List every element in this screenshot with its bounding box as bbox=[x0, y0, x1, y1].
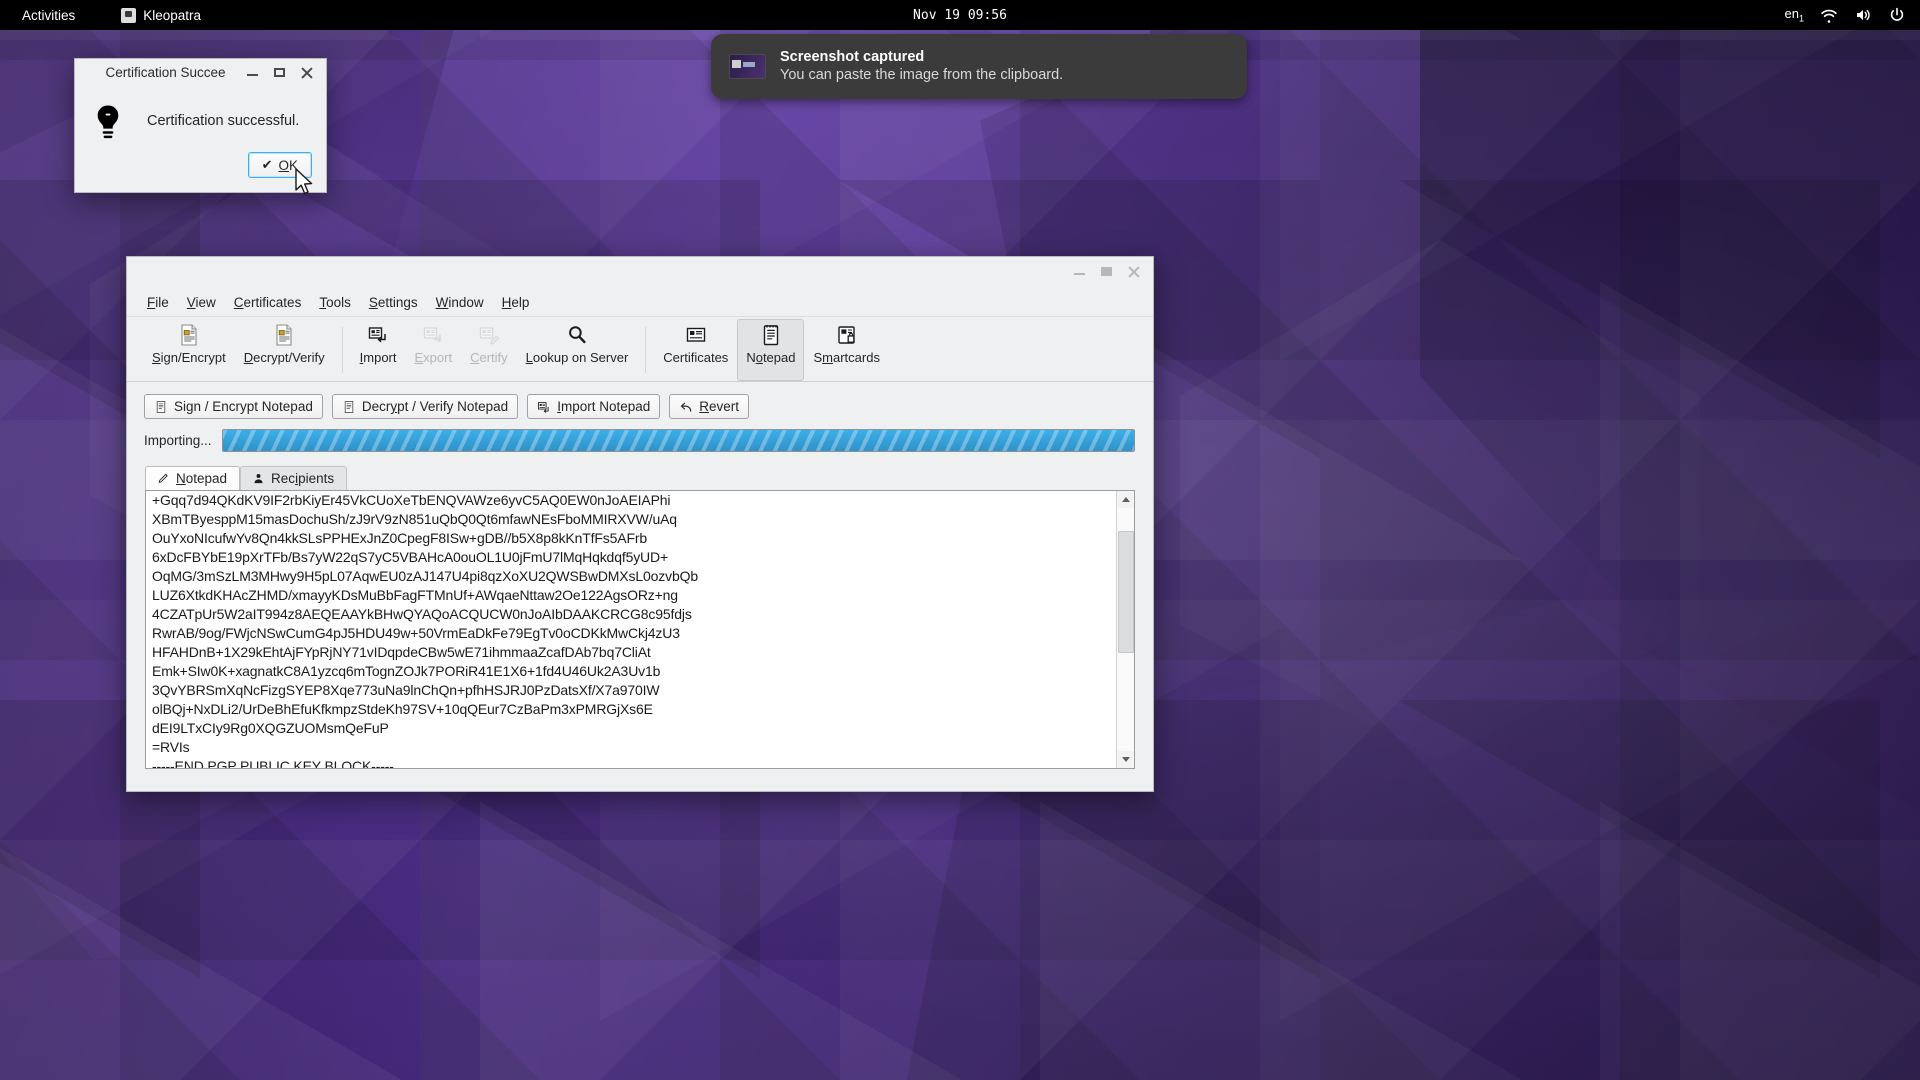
toolbar-button-decrypt-verify[interactable]: Decrypt/Verify bbox=[235, 319, 334, 381]
progress-bar bbox=[222, 429, 1135, 452]
button-label: Import Notepad bbox=[557, 399, 650, 414]
person-icon bbox=[252, 472, 265, 485]
toolbar-button-label: Certificates bbox=[663, 350, 728, 365]
notepad-action-row: Sign / Encrypt Notepad Decrypt / Verify N… bbox=[127, 382, 1153, 419]
clock-button[interactable]: Nov 19 09:56 bbox=[903, 4, 1017, 27]
editor-vertical-scrollbar[interactable] bbox=[1116, 491, 1134, 768]
toolbar-button-certify: Certify bbox=[461, 319, 517, 381]
toolbar-button-sign-encrypt[interactable]: Sign/Encrypt bbox=[143, 319, 235, 381]
button-revert[interactable]: Revert bbox=[669, 394, 749, 419]
button-label: Decrypt / Verify Notepad bbox=[362, 399, 508, 414]
toolbar-button-label: Decrypt/Verify bbox=[244, 350, 325, 365]
toolbar-button-label: Import bbox=[360, 350, 397, 365]
toolbar-button-export: Export bbox=[406, 319, 462, 381]
toolbar-separator bbox=[645, 327, 646, 373]
menu-item-file[interactable]: File bbox=[138, 292, 178, 313]
gnome-top-bar: Activities Kleopatra Nov 19 09:56 en1 bbox=[0, 0, 1920, 30]
menu-item-window[interactable]: Window bbox=[427, 292, 493, 313]
smartcard-icon bbox=[835, 323, 859, 347]
tab-notepad[interactable]: Notepad bbox=[145, 466, 240, 491]
wifi-icon bbox=[1820, 6, 1838, 24]
toolbar-button-label: Sign/Encrypt bbox=[152, 350, 226, 365]
certify-icon bbox=[477, 323, 501, 347]
system-status-area[interactable]: en1 bbox=[1785, 6, 1910, 24]
maximize-icon[interactable] bbox=[272, 65, 288, 81]
notepad-text-area[interactable]: +Gqq7d94QKdKV9IF2rbKiyEr45VkCUoXeTbENQVA… bbox=[146, 489, 1116, 768]
menu-item-certificates[interactable]: Certificates bbox=[225, 292, 311, 313]
menu-item-tools[interactable]: Tools bbox=[310, 292, 360, 313]
toolbar-button-label: Notepad bbox=[746, 350, 795, 365]
tab-label: Recipients bbox=[271, 471, 334, 486]
notification-body: You can paste the image from the clipboa… bbox=[780, 66, 1063, 86]
dialog-titlebar[interactable]: Certification Succee bbox=[75, 59, 326, 87]
decrypt-verify-icon bbox=[272, 323, 296, 347]
lightbulb-icon bbox=[91, 103, 125, 143]
certification-dialog: Certification Succee Certification succe… bbox=[74, 58, 327, 193]
toolbar-separator bbox=[342, 327, 343, 373]
import-icon bbox=[366, 323, 390, 347]
scroll-down-button[interactable] bbox=[1117, 751, 1134, 768]
progress-bar-fill bbox=[223, 430, 1134, 451]
clock-label: Nov 19 09:56 bbox=[913, 8, 1007, 23]
kleopatra-titlebar[interactable] bbox=[127, 257, 1153, 288]
toolbar-button-label: Export bbox=[415, 350, 453, 365]
document-decrypt-icon bbox=[342, 400, 356, 414]
toolbar-button-import[interactable]: Import bbox=[351, 319, 406, 381]
toolbar-button-label: Certify bbox=[470, 350, 508, 365]
screenshot-thumbnail-icon bbox=[729, 54, 766, 79]
tab-recipients[interactable]: Recipients bbox=[240, 466, 347, 491]
power-icon bbox=[1888, 6, 1906, 24]
menu-item-view[interactable]: View bbox=[178, 292, 225, 313]
toolbar-button-certificates[interactable]: Certificates bbox=[654, 319, 737, 381]
minimize-icon[interactable] bbox=[1072, 264, 1088, 280]
progress-row: Importing... bbox=[127, 419, 1153, 452]
menu-item-settings[interactable]: Settings bbox=[360, 292, 427, 313]
toolbar-button-label: Smartcards bbox=[813, 350, 879, 365]
notepad-icon bbox=[759, 323, 783, 347]
tab-label: Notepad bbox=[176, 471, 227, 486]
close-icon[interactable] bbox=[1126, 264, 1142, 280]
pencil-icon bbox=[157, 472, 170, 485]
document-sign-icon bbox=[154, 400, 168, 414]
search-icon bbox=[565, 323, 589, 347]
toolbar-button-label: Lookup on Server bbox=[526, 350, 629, 365]
button-import-notepad[interactable]: Import Notepad bbox=[527, 394, 660, 419]
dialog-message: Certification successful. bbox=[147, 99, 299, 129]
volume-icon bbox=[1854, 6, 1872, 24]
button-label: Sign / Encrypt Notepad bbox=[174, 399, 313, 414]
notification-toast[interactable]: Screenshot captured You can paste the im… bbox=[711, 34, 1247, 99]
kleopatra-window: FileViewCertificatesToolsSettingsWindowH… bbox=[126, 256, 1154, 792]
button-decrypt-verify-notepad[interactable]: Decrypt / Verify Notepad bbox=[332, 394, 518, 419]
menu-item-help[interactable]: Help bbox=[493, 292, 539, 313]
main-toolbar: Sign/Encrypt Decrypt/Verify Import Export Ce… bbox=[127, 317, 1153, 382]
app-menu-button[interactable]: Kleopatra bbox=[111, 4, 211, 27]
button-sign-encrypt-notepad[interactable]: Sign / Encrypt Notepad bbox=[144, 394, 323, 419]
toolbar-button-smartcards[interactable]: Smartcards bbox=[804, 319, 888, 381]
mouse-cursor bbox=[294, 168, 316, 198]
close-icon[interactable] bbox=[299, 65, 315, 81]
sign-encrypt-icon bbox=[177, 323, 201, 347]
keyboard-layout-indicator[interactable]: en1 bbox=[1785, 6, 1804, 24]
scroll-up-button[interactable] bbox=[1117, 491, 1134, 508]
menu-bar: FileViewCertificatesToolsSettingsWindowH… bbox=[127, 288, 1153, 317]
maximize-icon[interactable] bbox=[1099, 264, 1115, 280]
minimize-icon[interactable] bbox=[245, 65, 261, 81]
check-icon: ✔ bbox=[262, 157, 273, 173]
activities-button[interactable]: Activities bbox=[12, 4, 85, 27]
certificates-icon bbox=[684, 323, 708, 347]
export-icon bbox=[421, 323, 445, 347]
toolbar-button-lookup-on-server[interactable]: Lookup on Server bbox=[517, 319, 638, 381]
import-small-icon bbox=[537, 400, 551, 414]
notification-title: Screenshot captured bbox=[780, 48, 1063, 66]
app-menu-label: Kleopatra bbox=[143, 8, 201, 23]
scrollbar-thumb[interactable] bbox=[1118, 531, 1134, 653]
button-label: Revert bbox=[699, 399, 739, 414]
notepad-editor-container: +Gqq7d94QKdKV9IF2rbKiyEr45VkCUoXeTbENQVA… bbox=[145, 490, 1135, 769]
progress-label: Importing... bbox=[144, 433, 212, 448]
activities-label: Activities bbox=[22, 8, 75, 23]
kleopatra-icon bbox=[121, 8, 136, 23]
notepad-tab-strip: Notepad Recipients bbox=[127, 452, 1153, 490]
toolbar-button-notepad[interactable]: Notepad bbox=[737, 319, 804, 381]
revert-arrow-icon bbox=[679, 400, 693, 414]
